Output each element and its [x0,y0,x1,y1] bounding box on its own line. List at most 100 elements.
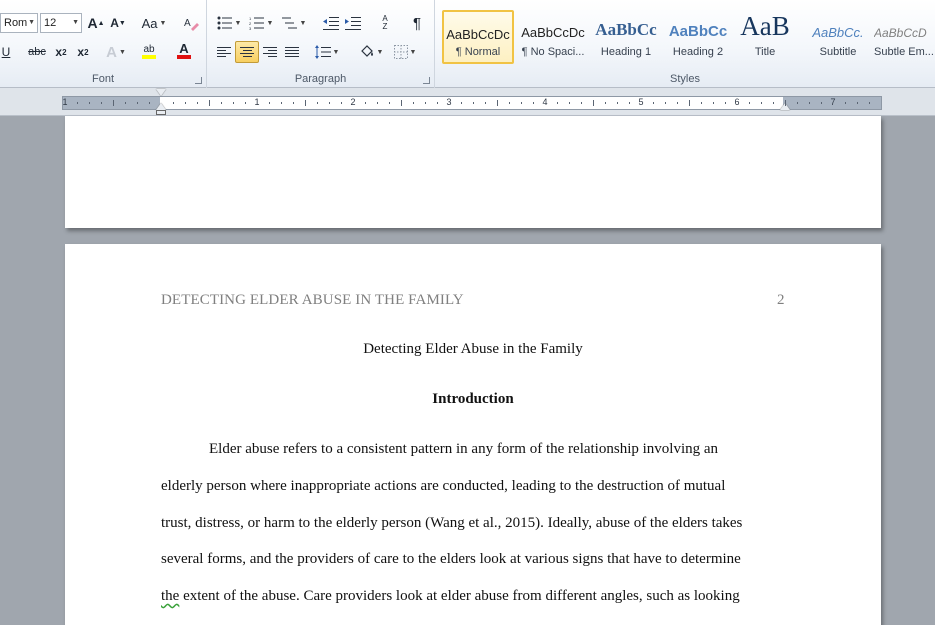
highlight-color-swatch [142,54,156,59]
style-name: ¶ No Spaci... [521,46,585,58]
style-heading-2[interactable]: AaBbCc Heading 2 [662,10,734,64]
ruler-tick [845,102,846,104]
font-name-combo[interactable]: Rom ▼ [0,13,38,33]
underline-button[interactable]: U [0,41,12,63]
hanging-indent-marker[interactable] [156,103,166,110]
ruler-tick [569,102,570,104]
ruler-tick [389,102,390,104]
font-size-combo[interactable]: 12 ▼ [40,13,82,33]
style-subtle-emphasis[interactable]: AaBbCcD Subtle Em... [874,10,935,64]
paragraph-line-rest: extent of the abuse. Care providers look… [179,588,740,604]
paragraph-line: elderly person where inappropriate actio… [161,478,726,494]
justify-button[interactable] [281,41,303,63]
ruler-tick [437,102,438,104]
align-right-icon [263,46,277,58]
show-formatting-button[interactable]: ¶ [407,12,427,34]
bullets-button[interactable]: ▼ [215,12,243,34]
borders-button[interactable]: ▼ [391,41,419,63]
paragraph-dialog-launcher-icon[interactable] [423,77,430,84]
grow-font-button[interactable]: A ▲ [86,12,106,34]
ruler-number: 1 [254,97,260,107]
ruler-tick [365,102,366,104]
change-case-button[interactable]: Aa ▼ [140,12,168,34]
line-spacing-icon [314,45,331,59]
font-color-icon: A [179,41,189,56]
styles-gallery: AaBbCcDc ¶ Normal AaBbCcDc ¶ No Spaci...… [440,8,935,66]
align-left-icon [217,46,231,58]
shading-button[interactable]: ▼ [357,41,385,63]
style-preview: AaBbCc. [812,25,864,40]
ruler-tick [173,102,174,104]
paper-title: Detecting Elder Abuse in the Family [363,341,583,357]
align-center-icon [240,46,254,58]
left-indent-marker[interactable] [156,110,166,115]
ruler-tick [293,102,294,104]
ruler-number: 7 [830,97,836,107]
superscript-button[interactable]: x2 [74,41,92,63]
page-1[interactable] [65,116,881,228]
ruler-tick [413,102,414,104]
style-subtitle[interactable]: AaBbCc. Subtitle [802,10,874,64]
clear-formatting-button[interactable]: A [180,12,202,34]
horizontal-ruler[interactable]: 1 1 2 3 4 5 6 7 [62,89,882,115]
increase-indent-button[interactable] [343,12,363,34]
font-dialog-launcher-icon[interactable] [195,77,202,84]
strikethrough-button[interactable]: abc [24,41,50,63]
ruler-tick [533,102,534,104]
ruler-tick [101,102,102,104]
style-title[interactable]: AaB Title [729,10,801,64]
font-color-button[interactable]: A [170,40,198,62]
ruler-number: 5 [638,97,644,107]
ruler-tick [377,102,378,104]
subscript-button[interactable]: x2 [52,41,70,63]
style-name: ¶ Normal [455,46,501,58]
style-name: Subtitle [819,46,857,58]
increase-indent-icon [345,17,361,30]
ruler-tick [581,102,582,104]
align-right-button[interactable] [259,41,281,63]
ruler-tick [677,102,678,104]
ruler-tick [701,102,702,104]
line-spacing-button[interactable]: ▼ [313,41,341,63]
paint-bucket-icon [360,45,373,57]
ruler-tick [725,102,726,104]
ruler-tick [281,102,282,104]
chevron-down-icon[interactable]: ▼ [72,19,79,26]
style-heading-1[interactable]: AaBbCc Heading 1 [590,10,662,64]
chevron-down-icon[interactable]: ▼ [28,19,35,26]
ruler-tick [821,102,822,104]
ruler-tick [605,102,606,104]
pilcrow-icon: ¶ [412,14,422,32]
highlight-button[interactable]: ab [136,40,162,62]
style-no-spacing[interactable]: AaBbCcDc ¶ No Spaci... [517,10,589,64]
page-2[interactable]: DETECTING ELDER ABUSE IN THE FAMILY 2 De… [65,244,881,625]
ruler-tick [461,102,462,104]
decrease-indent-button[interactable] [321,12,341,34]
multilevel-list-button[interactable]: ▼ [279,12,309,34]
ruler-tick [869,102,870,104]
ruler-tick [653,102,654,104]
style-preview: AaBbCcD [874,26,927,40]
svg-text:A: A [184,18,191,29]
ruler-tick [713,102,714,104]
align-left-button[interactable] [213,41,235,63]
running-head: DETECTING ELDER ABUSE IN THE FAMILY [161,292,464,308]
align-center-button[interactable] [235,41,259,63]
ruler-tick [557,102,558,104]
ruler-tick [617,102,618,104]
ruler-tick [857,102,858,104]
sort-button[interactable]: A Z [375,12,395,34]
ruler-tick [749,102,750,104]
numbering-button[interactable]: 1 2 3 ▼ [247,12,275,34]
grammar-flagged-word[interactable]: the [161,588,179,604]
style-normal[interactable]: AaBbCcDc ¶ Normal [442,10,514,64]
font-size-value: 12 [44,17,57,29]
style-preview: AaBbCcDc [446,27,510,42]
first-line-indent-marker[interactable] [156,89,166,96]
sort-icon: A Z [382,14,388,31]
shrink-font-button[interactable]: A ▼ [108,12,128,34]
borders-icon [393,45,408,59]
ruler-tick [689,100,690,106]
text-effects-button[interactable]: A ▼ [104,41,128,63]
paragraph-line: several forms, and the providers of care… [161,551,741,567]
